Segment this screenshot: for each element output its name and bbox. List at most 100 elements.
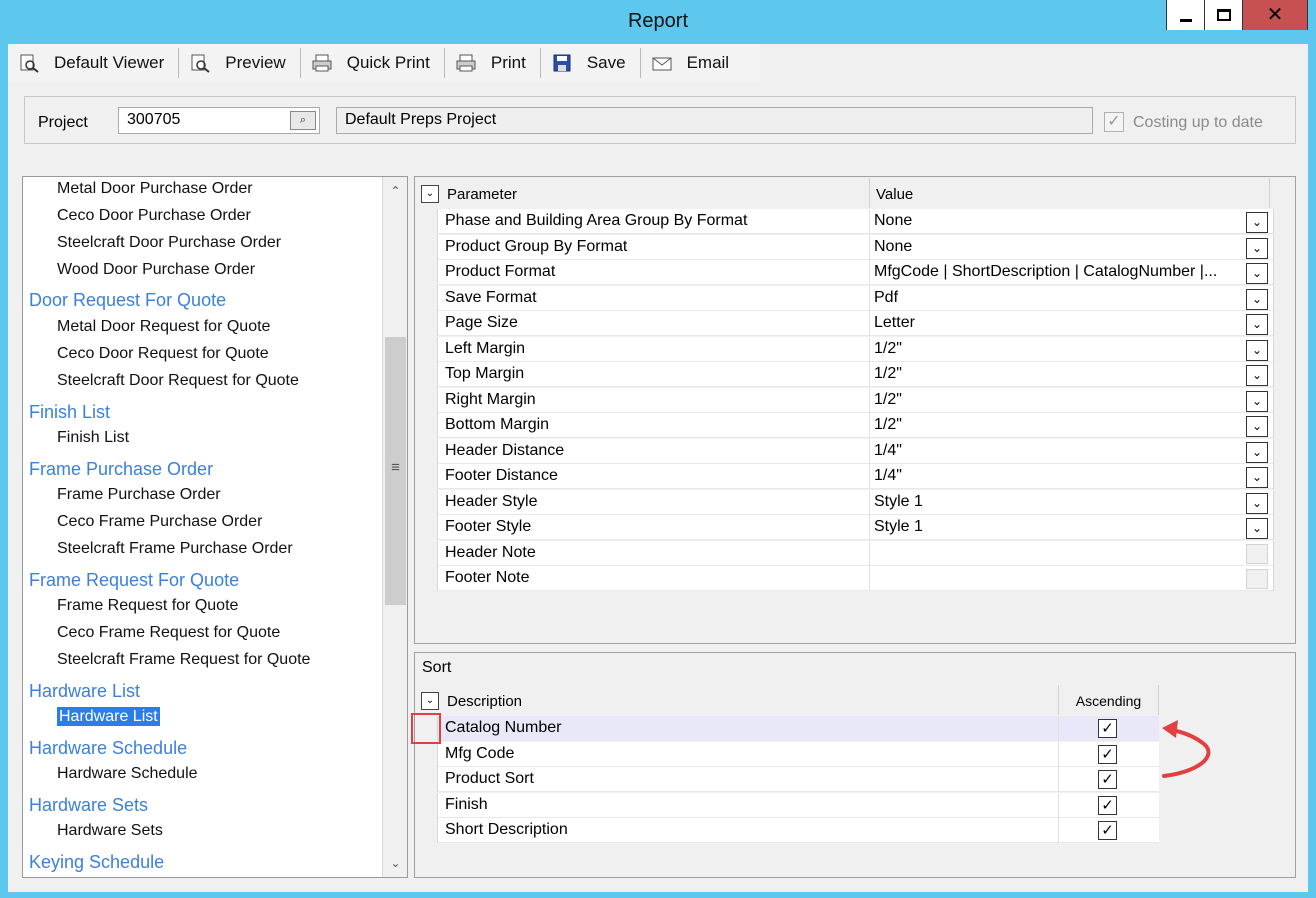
row-selector[interactable]	[415, 464, 438, 489]
row-selector[interactable]	[415, 792, 438, 818]
row-selector[interactable]	[415, 489, 438, 515]
parameter-value[interactable]: 1/2"	[874, 365, 1244, 383]
tree-item[interactable]: Frame Purchase Order	[57, 486, 221, 504]
dropdown-button[interactable]: ⌄	[1246, 441, 1268, 463]
tree-item[interactable]: Hardware Sets	[57, 822, 163, 840]
tree-item[interactable]: Steelcraft Frame Request for Quote	[57, 651, 310, 669]
ascending-checkbox[interactable]: ✓	[1098, 744, 1117, 764]
row-selector[interactable]	[415, 540, 438, 566]
project-lookup-button[interactable]: ⌕	[290, 111, 316, 130]
dropdown-button[interactable]: ⌄	[1246, 237, 1268, 259]
column-chooser-icon[interactable]: ⌄	[421, 185, 439, 203]
tree-group[interactable]: Keying Schedule	[29, 852, 164, 873]
tree-item[interactable]: Ceco Frame Request for Quote	[57, 624, 280, 642]
parameter-value[interactable]: Style 1	[874, 518, 1244, 536]
row-selector[interactable]	[415, 362, 438, 387]
parameter-value[interactable]: Pdf	[874, 289, 1244, 307]
row-selector[interactable]	[415, 285, 438, 311]
toolbar-preview-button[interactable]: Preview	[189, 46, 295, 80]
parameter-value[interactable]: None	[874, 238, 1244, 256]
row-selector[interactable]	[415, 741, 438, 767]
parameter-value[interactable]: 1/2"	[874, 416, 1244, 434]
parameter-row[interactable]: Product Format MfgCode | ShortDescription…	[415, 260, 1295, 285]
dropdown-button[interactable]: ⌄	[1246, 416, 1268, 437]
tree-item[interactable]: Ceco Door Request for Quote	[57, 345, 269, 363]
sort-row[interactable]: Product Sort ✓	[415, 767, 1159, 792]
parameter-value[interactable]: 1/2"	[874, 340, 1244, 358]
row-selector[interactable]	[415, 260, 438, 285]
dropdown-button[interactable]: ⌄	[1246, 288, 1268, 310]
ascending-checkbox[interactable]: ✓	[1098, 795, 1117, 815]
tree-item[interactable]: Metal Door Request for Quote	[57, 318, 270, 336]
minimize-button[interactable]	[1167, 0, 1205, 30]
parameter-row[interactable]: Header Style Style 1 ⌄	[415, 489, 1295, 515]
parameter-row[interactable]: Footer Distance 1/4" ⌄	[415, 464, 1295, 489]
parameter-row[interactable]: Left Margin 1/2" ⌄	[415, 336, 1295, 362]
tree-item[interactable]: Frame Request for Quote	[57, 597, 238, 615]
parameter-row[interactable]: Bottom Margin 1/2" ⌄	[415, 413, 1295, 438]
parameter-row[interactable]: Top Margin 1/2" ⌄	[415, 362, 1295, 387]
close-button[interactable]: ✕	[1243, 0, 1307, 30]
dropdown-button[interactable]: ⌄	[1246, 263, 1268, 284]
row-selector[interactable]	[415, 387, 438, 413]
empty-button[interactable]	[1246, 569, 1268, 589]
ascending-checkbox[interactable]: ✓	[1098, 821, 1117, 840]
scroll-down-icon[interactable]: ⌄	[383, 851, 408, 875]
tree-item[interactable]: Steelcraft Door Request for Quote	[57, 372, 299, 390]
toolbar-print-button[interactable]: Print	[455, 46, 536, 80]
row-selector[interactable]	[415, 413, 438, 438]
toolbar-email-button[interactable]: Email	[651, 46, 740, 80]
sort-row[interactable]: Mfg Code ✓	[415, 741, 1159, 767]
tree-item[interactable]: Steelcraft Frame Purchase Order	[57, 540, 293, 558]
tree-item[interactable]: Ceco Door Purchase Order	[57, 207, 251, 225]
tree-item[interactable]: Ceco Frame Purchase Order	[57, 513, 262, 531]
tree-item[interactable]: Steelcraft Door Purchase Order	[57, 234, 281, 252]
column-header-ascending[interactable]: Ascending	[1059, 685, 1159, 715]
tree-item[interactable]: Metal Door Purchase Order	[57, 180, 253, 198]
row-selector[interactable]	[415, 767, 438, 792]
dropdown-button[interactable]: ⌄	[1246, 212, 1268, 233]
column-chooser-icon[interactable]: ⌄	[421, 692, 439, 710]
parameter-value[interactable]: Style 1	[874, 493, 1244, 511]
ascending-checkbox[interactable]: ✓	[1098, 770, 1117, 789]
parameter-row[interactable]: Product Group By Format None ⌄	[415, 234, 1295, 260]
toolbar-save-button[interactable]: Save	[551, 46, 636, 80]
parameter-row[interactable]: Phase and Building Area Group By Format N…	[415, 209, 1295, 234]
parameter-value[interactable]: 1/4"	[874, 442, 1244, 460]
parameter-row[interactable]: Header Note	[415, 540, 1295, 566]
tree-group[interactable]: Frame Request For Quote	[29, 570, 239, 591]
row-selector[interactable]	[415, 234, 438, 260]
toolbar-quick-print-button[interactable]: Quick Print	[311, 46, 440, 80]
parameter-value[interactable]: 1/4"	[874, 467, 1244, 485]
row-selector[interactable]	[415, 818, 438, 843]
tree-group[interactable]: Hardware Sets	[29, 795, 148, 816]
empty-button[interactable]	[1246, 543, 1268, 564]
tree-item[interactable]: Hardware List	[57, 707, 160, 726]
parameter-value[interactable]: Letter	[874, 314, 1244, 332]
tree-group[interactable]: Hardware List	[29, 681, 140, 702]
column-header-value[interactable]: Value	[870, 178, 1270, 208]
dropdown-button[interactable]: ⌄	[1246, 339, 1268, 361]
tree-item[interactable]: Wood Door Purchase Order	[57, 261, 255, 279]
sort-row[interactable]: Short Description ✓	[415, 818, 1159, 843]
parameter-value[interactable]: None	[874, 212, 1244, 230]
dropdown-button[interactable]: ⌄	[1246, 314, 1268, 335]
column-header-description[interactable]: ⌄ Description	[415, 685, 1059, 715]
row-selector[interactable]	[415, 209, 438, 234]
parameter-row[interactable]: Footer Note	[415, 566, 1295, 591]
dropdown-button[interactable]: ⌄	[1246, 518, 1268, 539]
row-selector[interactable]	[415, 438, 438, 464]
row-selector[interactable]	[415, 566, 438, 591]
parameter-value[interactable]: 1/2"	[874, 391, 1244, 409]
sort-row[interactable]: Finish ✓	[415, 792, 1159, 818]
tree-item[interactable]: Finish List	[57, 429, 129, 447]
column-header-parameter[interactable]: ⌄ Parameter	[415, 178, 870, 208]
parameter-row[interactable]: Page Size Letter ⌄	[415, 311, 1295, 336]
parameter-row[interactable]: Save Format Pdf ⌄	[415, 285, 1295, 311]
parameter-row[interactable]: Header Distance 1/4" ⌄	[415, 438, 1295, 464]
ascending-checkbox[interactable]: ✓	[1098, 719, 1117, 738]
maximize-button[interactable]	[1205, 0, 1243, 30]
parameter-value[interactable]: MfgCode | ShortDescription | CatalogNumb…	[874, 263, 1244, 281]
tree-group[interactable]: Door Request For Quote	[29, 290, 226, 311]
dropdown-button[interactable]: ⌄	[1246, 365, 1268, 386]
